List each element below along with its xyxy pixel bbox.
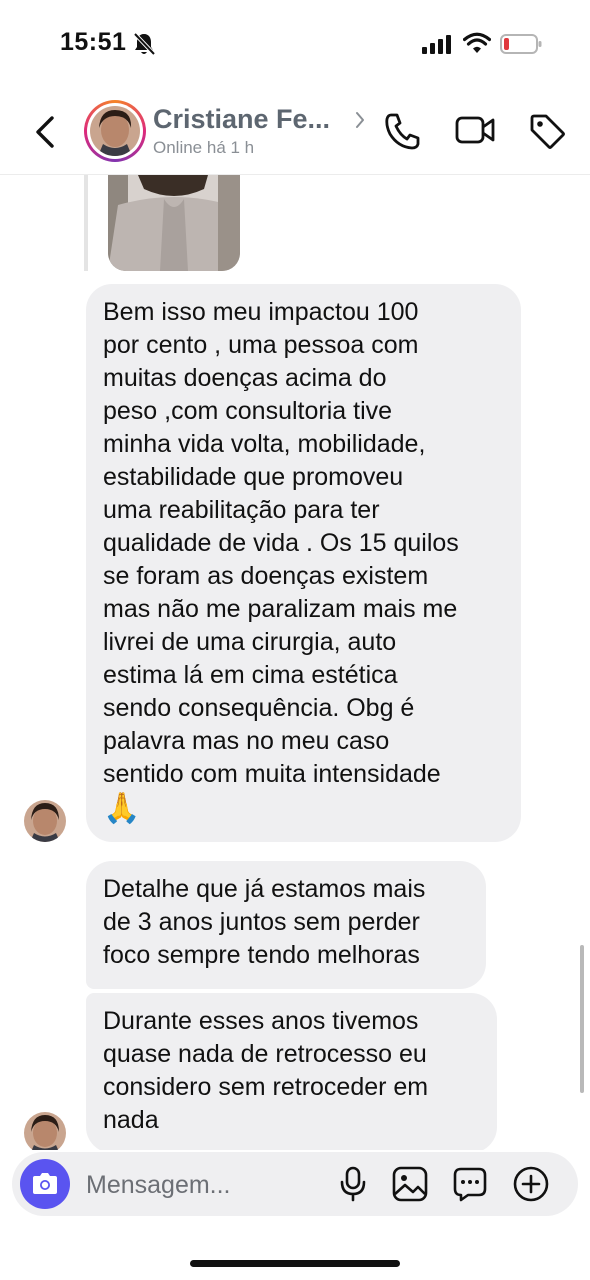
message-composer: [12, 1152, 578, 1216]
gallery-icon[interactable]: [392, 1166, 428, 1202]
scrollbar[interactable]: [580, 945, 584, 1093]
message-bubble[interactable]: Bem isso meu impactou 100 por cento , um…: [86, 284, 521, 842]
contact-name[interactable]: Cristiane Fe...: [153, 104, 330, 135]
back-icon[interactable]: [32, 112, 62, 152]
chat-area: Bem isso meu impactou 100 por cento , um…: [0, 175, 590, 1150]
message-text: Durante esses anos tivemos quase nada de…: [103, 1007, 429, 1134]
camera-icon: [33, 1173, 57, 1194]
sender-avatar[interactable]: [24, 800, 66, 842]
camera-button[interactable]: [20, 1159, 70, 1209]
reply-indicator: [84, 175, 88, 271]
phone-icon[interactable]: [384, 112, 420, 150]
signal-icon: [422, 35, 451, 54]
message-text: Bem isso meu impactou 100 por cento , um…: [103, 298, 459, 788]
home-indicator[interactable]: [190, 1260, 400, 1267]
pray-emoji: 🙏: [103, 792, 141, 825]
shared-photo[interactable]: [108, 175, 240, 271]
contact-status: Online há 1 h: [153, 138, 255, 157]
video-icon[interactable]: [455, 114, 495, 146]
battery-low-icon: [500, 34, 542, 54]
status-bar: 15:51: [0, 0, 590, 90]
status-time: 15:51: [60, 28, 127, 56]
message-bubble[interactable]: Detalhe que já estamos mais de 3 anos ju…: [86, 861, 486, 989]
plus-icon[interactable]: [512, 1165, 550, 1203]
microphone-icon[interactable]: [338, 1166, 368, 1202]
bell-slash-icon: [133, 32, 155, 56]
message-text: Detalhe que já estamos mais de 3 anos ju…: [103, 875, 426, 969]
sticker-icon[interactable]: [452, 1166, 488, 1202]
message-bubble[interactable]: Durante esses anos tivemos quase nada de…: [86, 993, 497, 1150]
wifi-icon: [463, 32, 491, 53]
message-input[interactable]: [84, 1164, 328, 1206]
chat-header: Cristiane Fe... Online há 1 h: [0, 90, 590, 175]
chevron-right-icon[interactable]: [354, 110, 366, 130]
tag-icon[interactable]: [528, 112, 566, 150]
contact-avatar[interactable]: [84, 100, 146, 162]
sender-avatar[interactable]: [24, 1112, 66, 1150]
